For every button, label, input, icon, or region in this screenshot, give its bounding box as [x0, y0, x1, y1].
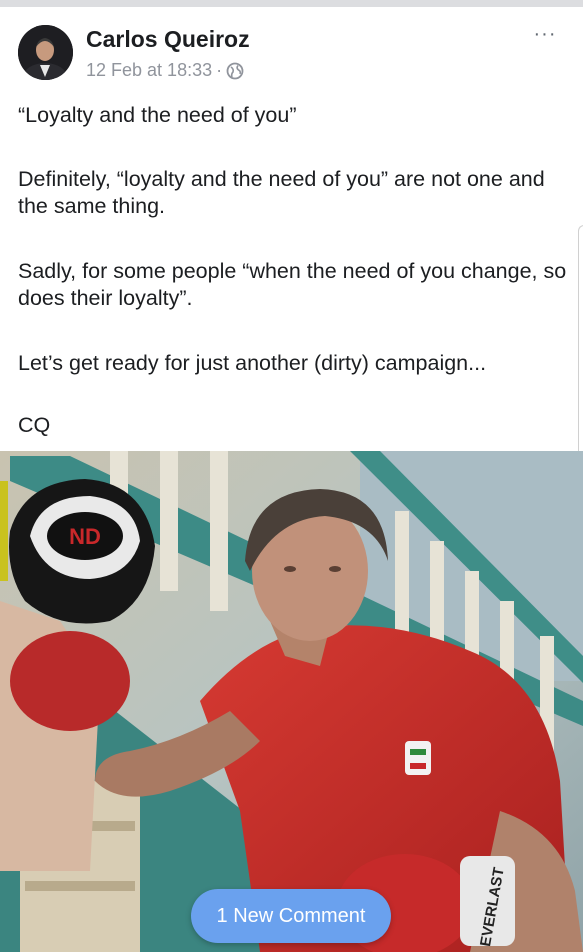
- post-timestamp[interactable]: 12 Feb at 18:33: [86, 60, 212, 81]
- mitt-logo: ND: [69, 524, 101, 549]
- author-name[interactable]: Carlos Queiroz: [86, 26, 250, 53]
- top-divider: [0, 0, 583, 7]
- post-meta: 12 Feb at 18:33 ·: [86, 60, 244, 81]
- globe-icon: [226, 62, 244, 80]
- meta-separator: ·: [216, 60, 223, 80]
- post-signature: CQ: [18, 413, 51, 437]
- more-options-icon[interactable]: ···: [528, 22, 562, 46]
- scroll-edge: [578, 225, 583, 466]
- author-avatar[interactable]: [18, 25, 73, 80]
- post-paragraph: “Loyalty and the need of you”: [18, 103, 297, 127]
- post-paragraph: Sadly, for some people “when the need of…: [18, 259, 567, 310]
- new-comment-button[interactable]: 1 New Comment: [191, 889, 391, 943]
- post-paragraph: Definitely, “loyalty and the need of you…: [18, 167, 545, 218]
- post-photo[interactable]: EVERLAST ND: [0, 451, 583, 952]
- post-paragraph: Let’s get ready for just another (dirty)…: [18, 351, 487, 375]
